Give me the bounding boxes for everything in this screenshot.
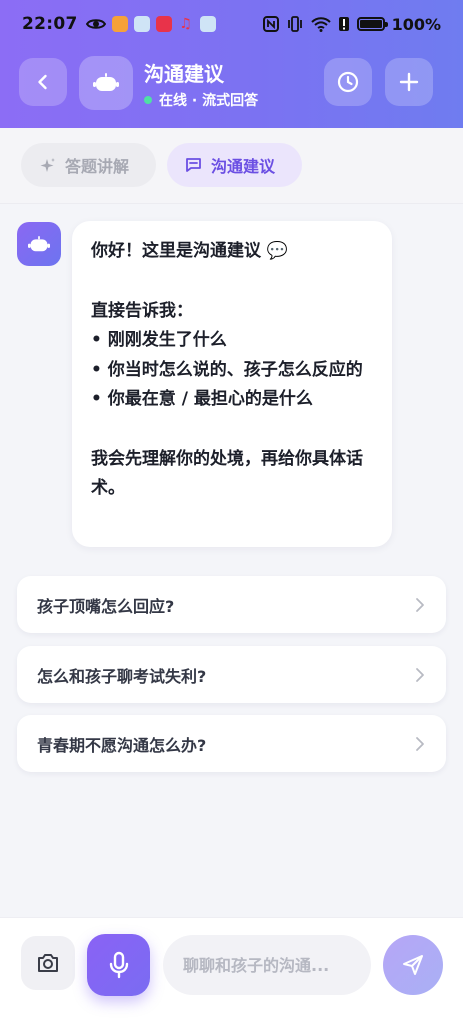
message-greeting: 你好！这里是沟通建议 💬	[91, 237, 373, 267]
wifi-icon	[310, 17, 331, 32]
nfc-icon	[262, 16, 279, 32]
battery-icon	[356, 17, 388, 31]
eye-icon	[85, 19, 106, 29]
message-bullet: • 你当时怎么说的、孩子怎么反应的	[91, 359, 363, 380]
plus-icon	[399, 72, 419, 92]
speech-bubble-emoji: 💬	[266, 241, 289, 261]
camera-button[interactable]	[21, 936, 75, 990]
bot-avatar	[17, 222, 61, 266]
mode-tabs: 答题讲解 沟通建议	[0, 128, 463, 204]
status-bar: 22:07 ♫ 100%	[0, 0, 463, 48]
voice-input-button[interactable]	[87, 934, 150, 996]
tab-label: 沟通建议	[211, 157, 276, 176]
quick-reply-label: 青春期不愿沟通怎么办?	[37, 735, 207, 755]
tab-answer-explanation[interactable]: 答题讲解	[21, 143, 156, 187]
app-notification-icon	[133, 16, 150, 32]
tab-communication-advice[interactable]: 沟通建议	[167, 143, 302, 187]
music-icon: ♫	[179, 16, 192, 32]
system-icons: 100%	[262, 14, 441, 34]
page-title: 沟通建议	[144, 62, 224, 86]
chevron-left-icon	[38, 74, 47, 90]
online-status-text: 在线 · 流式回答	[159, 93, 259, 109]
quick-reply-item[interactable]: 孩子顶嘴怎么回应?	[17, 576, 446, 633]
quick-reply-label: 孩子顶嘴怎么回应?	[37, 596, 175, 616]
greeting-highlight: 沟通建议	[193, 241, 261, 261]
sparkle-icon	[40, 157, 55, 172]
microphone-icon	[109, 951, 128, 979]
app-notification-icon	[155, 16, 172, 32]
message-closing: 我会先理解你的处境，再给你具体话术。	[91, 448, 363, 499]
tab-label: 答题讲解	[65, 157, 130, 176]
status-time: 22:07	[22, 14, 78, 34]
new-chat-button[interactable]	[385, 58, 433, 106]
message-input[interactable]	[163, 935, 371, 995]
history-button[interactable]	[324, 58, 372, 106]
message-intro: 直接告诉我：	[91, 300, 193, 321]
chat-icon	[186, 158, 201, 172]
robot-icon	[93, 73, 119, 91]
vibrate-icon	[287, 16, 302, 32]
chevron-right-icon	[416, 597, 424, 612]
online-dot	[144, 96, 152, 104]
app-notification-icon	[199, 16, 216, 32]
battery-percent: 100%	[391, 14, 441, 34]
message-bullet: • 你最在意 / 最担心的是什么	[91, 389, 313, 409]
bot-message-bubble: 你好！这里是沟通建议 💬 直接告诉我： • 刚刚发生了什么 • 你当时怎么说的、…	[72, 221, 392, 547]
greeting-prefix: 你好！这里是	[91, 241, 193, 261]
camera-icon	[38, 954, 58, 972]
app-notification-icon	[111, 16, 128, 32]
send-button[interactable]	[383, 935, 443, 995]
quick-reply-item[interactable]: 怎么和孩子聊考试失利?	[17, 646, 446, 703]
chevron-right-icon	[416, 736, 424, 751]
clock-icon	[337, 71, 359, 93]
quick-reply-label: 怎么和孩子聊考试失利?	[37, 666, 207, 686]
online-status: 在线 · 流式回答	[144, 90, 258, 110]
send-icon	[403, 955, 423, 975]
notification-icons: ♫	[85, 16, 216, 32]
chevron-right-icon	[416, 667, 424, 682]
signal-alert-icon	[338, 17, 349, 31]
quick-reply-item[interactable]: 青春期不愿沟通怎么办?	[17, 715, 446, 772]
message-bullet: • 刚刚发生了什么	[91, 330, 227, 350]
robot-icon	[28, 235, 50, 251]
back-button[interactable]	[19, 58, 67, 106]
bot-avatar-header	[79, 56, 133, 110]
